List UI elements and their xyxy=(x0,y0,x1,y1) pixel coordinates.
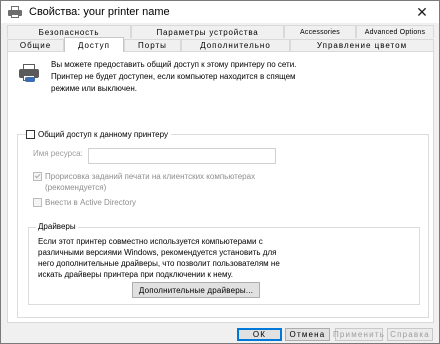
render-jobs-checkbox[interactable] xyxy=(33,172,42,181)
tab-device-settings[interactable]: Параметры устройства xyxy=(131,25,284,38)
render-jobs-label[interactable]: Прорисовка заданий печати на клиентских … xyxy=(45,171,263,193)
additional-drivers-button[interactable]: Дополнительные драйверы... xyxy=(132,282,260,298)
share-printer-label[interactable]: Общий доступ к данному принтеру xyxy=(38,129,168,140)
tab-advanced[interactable]: Дополнительно xyxy=(181,39,290,51)
tab-general[interactable]: Общие xyxy=(7,39,64,51)
sharing-panel: Вы можете предоставить общий доступ к эт… xyxy=(7,51,434,323)
drivers-description: Если этот принтер совместно используется… xyxy=(38,237,280,279)
tab-sharing[interactable]: Доступ xyxy=(64,37,124,52)
close-icon[interactable]: ✕ xyxy=(407,1,437,23)
drivers-title: Драйверы xyxy=(36,222,78,231)
active-directory-checkbox[interactable] xyxy=(33,198,42,207)
resource-name-label: Имя ресурса: xyxy=(33,149,83,158)
ok-button[interactable]: ОК xyxy=(237,328,282,341)
apply-button[interactable]: Применить xyxy=(333,328,384,341)
printer-properties-window: Свойства: your printer name ✕ Безопаснос… xyxy=(0,0,440,344)
title-bar: Свойства: your printer name ✕ xyxy=(1,1,439,23)
tab-color-management[interactable]: Управление цветом xyxy=(290,39,434,51)
active-directory-label[interactable]: Внести в Active Directory xyxy=(45,197,136,208)
window-title: Свойства: your printer name xyxy=(29,6,170,18)
tab-advanced-options[interactable]: Advanced Options xyxy=(356,25,434,38)
shared-printer-icon xyxy=(19,64,39,82)
sharing-intro-text: Вы можете предоставить общий доступ к эт… xyxy=(51,60,297,93)
active-directory-row[interactable]: Внести в Active Directory xyxy=(33,197,136,208)
share-printer-row[interactable]: Общий доступ к данному принтеру xyxy=(26,129,171,140)
check-icon xyxy=(34,172,41,179)
help-button[interactable]: Справка xyxy=(387,328,433,341)
share-printer-checkbox[interactable] xyxy=(26,130,35,139)
render-jobs-row[interactable]: Прорисовка заданий печати на клиентских … xyxy=(33,171,263,193)
tab-ports[interactable]: Порты xyxy=(124,39,181,51)
cancel-button[interactable]: Отмена xyxy=(285,328,330,341)
resource-name-input[interactable] xyxy=(88,148,276,164)
printer-icon xyxy=(8,6,22,18)
tab-accessories[interactable]: Accessories xyxy=(284,25,356,38)
